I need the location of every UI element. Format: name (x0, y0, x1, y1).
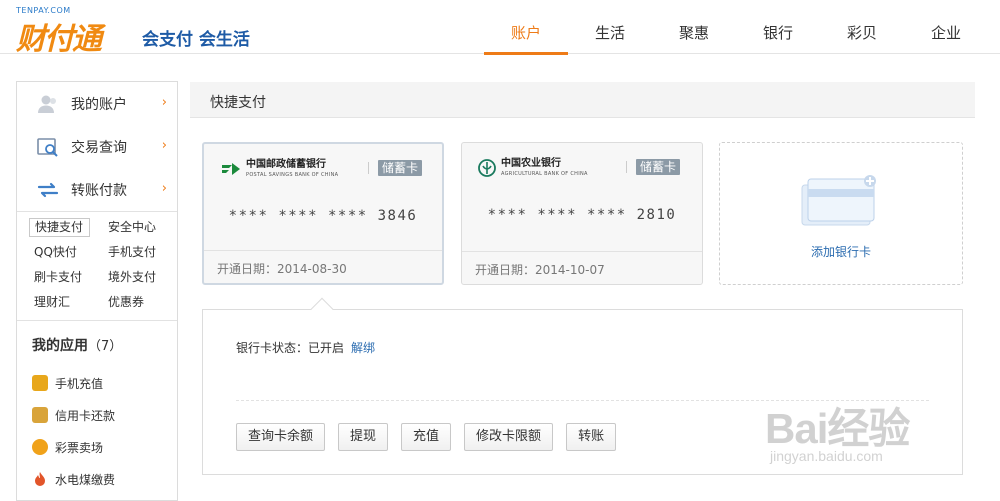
bank-name-en: POSTAL SAVINGS BANK OF CHINA (246, 172, 339, 178)
card-open-date: 开通日期：2014-08-30 (204, 250, 442, 283)
sidebar-item-transfer[interactable]: 转账付款 › (17, 168, 177, 211)
tenpay-logo[interactable]: TENPAY.COM 财付通 会支付 会生活 (16, 6, 266, 57)
nav-life[interactable]: 生活 (568, 0, 652, 54)
section-header: 快捷支付 (190, 82, 975, 118)
nav-caibei[interactable]: 彩贝 (820, 0, 904, 54)
my-apps: 我的应用（7） 手机充值 信用卡还款 彩票卖场 水电煤缴费 (17, 320, 177, 495)
nav-deals[interactable]: 聚惠 (652, 0, 736, 54)
recharge-button[interactable]: 充值 (401, 423, 452, 451)
bank-name: 中国邮政储蓄银行 (246, 159, 326, 170)
sublink-qq-quickpay[interactable]: QQ快付 (29, 243, 103, 262)
app-label: 水电煤缴费 (55, 472, 116, 487)
sidebar-item-label: 交易查询 (71, 139, 127, 156)
sublink-mobile-pay[interactable]: 手机支付 (103, 243, 177, 262)
sidebar: 我的账户 › 交易查询 › 转账付款 › 快捷支付 安全中心 QQ快付 手机支付… (16, 81, 178, 501)
sublink-quick-pay[interactable]: 快捷支付 (29, 218, 90, 237)
page-title: 快捷支付 (210, 95, 266, 111)
modify-limit-button[interactable]: 修改卡限额 (464, 423, 554, 451)
watermark: Bai经验 jingyan.baidu.com (765, 395, 995, 485)
psbc-logo-icon (222, 163, 240, 175)
pointer-caret (310, 297, 334, 321)
sublink-security-center[interactable]: 安全中心 (103, 218, 177, 237)
sublink-overseas-pay[interactable]: 境外支付 (103, 268, 177, 287)
watermark-url: jingyan.baidu.com (770, 448, 883, 464)
card-number: **** **** **** 3846 (228, 208, 418, 224)
apps-count: （7） (88, 339, 123, 354)
sidebar-item-label: 转账付款 (71, 182, 127, 199)
bank-card-abc[interactable]: 中国农业银行 AGRICULTURAL BANK OF CHINA 储蓄卡 **… (461, 142, 703, 285)
add-card-icon (801, 175, 876, 226)
card-number: **** **** **** 2810 (487, 207, 677, 223)
card-status-text: 银行卡状态：已开启 (236, 341, 345, 355)
bank-name-en: AGRICULTURAL BANK OF CHINA (501, 171, 588, 177)
app-utilities[interactable]: 水电煤缴费 (32, 463, 177, 495)
add-card-label: 添加银行卡 (810, 245, 871, 259)
search-records-icon (35, 136, 61, 158)
sublink-wealth[interactable]: 理财汇 (29, 293, 103, 312)
app-mobile-recharge[interactable]: 手机充值 (32, 367, 177, 399)
watermark-brand: Bai经验 (765, 405, 910, 452)
transfer-button[interactable]: 转账 (566, 423, 617, 451)
transfer-icon (35, 179, 61, 201)
mobile-recharge-icon (32, 375, 48, 391)
card-status: 银行卡状态：已开启 解绑 (236, 339, 375, 356)
add-bank-card[interactable]: 添加银行卡 (719, 142, 963, 285)
sublink-card-pay[interactable]: 刷卡支付 (29, 268, 103, 287)
logo-brand: 财付通 (16, 22, 102, 57)
nav-account[interactable]: 账户 (484, 0, 568, 55)
sidebar-item-label: 我的账户 (71, 96, 127, 113)
apps-title-text: 我的应用 (32, 338, 88, 354)
logo-slogan: 会支付 会生活 (142, 30, 250, 50)
app-lottery[interactable]: 彩票卖场 (32, 431, 177, 463)
check-balance-button[interactable]: 查询卡余额 (236, 423, 326, 451)
bank-logo: 中国农业银行 AGRICULTURAL BANK OF CHINA (478, 159, 588, 177)
bank-name: 中国农业银行 (501, 158, 561, 169)
unbind-link[interactable]: 解绑 (351, 341, 375, 355)
top-header: TENPAY.COM 财付通 会支付 会生活 账户 生活 聚惠 银行 彩贝 企业 (0, 0, 1000, 57)
abc-logo-icon (478, 159, 496, 177)
lottery-icon (32, 439, 48, 455)
sublink-coupons[interactable]: 优惠券 (103, 293, 177, 312)
divider (368, 162, 369, 174)
credit-card-icon (32, 407, 48, 423)
chevron-right-icon: › (161, 138, 167, 153)
bank-card-psbc[interactable]: 中国邮政储蓄银行 POSTAL SAVINGS BANK OF CHINA 储蓄… (202, 142, 444, 285)
sidebar-item-my-account[interactable]: 我的账户 › (17, 82, 177, 125)
bank-logo: 中国邮政储蓄银行 POSTAL SAVINGS BANK OF CHINA (220, 160, 338, 178)
app-label: 彩票卖场 (55, 440, 104, 455)
nav-enterprise[interactable]: 企业 (904, 0, 988, 54)
sub-links: 快捷支付 安全中心 QQ快付 手机支付 刷卡支付 境外支付 理财汇 优惠券 (17, 211, 177, 316)
app-credit-card-repay[interactable]: 信用卡还款 (32, 399, 177, 431)
main-nav: 账户 生活 聚惠 银行 彩贝 企业 (484, 0, 988, 55)
app-label: 手机充值 (55, 376, 104, 391)
apps-title: 我的应用（7） (32, 335, 177, 355)
chevron-right-icon: › (161, 95, 167, 110)
withdraw-button[interactable]: 提现 (338, 423, 389, 451)
app-label: 信用卡还款 (55, 408, 116, 423)
divider (626, 161, 627, 173)
user-icon (35, 93, 61, 115)
sidebar-item-transactions[interactable]: 交易查询 › (17, 125, 177, 168)
nav-bank[interactable]: 银行 (736, 0, 820, 54)
card-actions: 查询卡余额 提现 充值 修改卡限额 转账 (236, 423, 629, 451)
flame-icon (32, 471, 48, 487)
card-type-badge: 储蓄卡 (636, 159, 681, 175)
card-type-badge: 储蓄卡 (378, 160, 423, 176)
card-open-date: 开通日期：2014-10-07 (462, 251, 702, 284)
chevron-right-icon: › (161, 181, 167, 196)
